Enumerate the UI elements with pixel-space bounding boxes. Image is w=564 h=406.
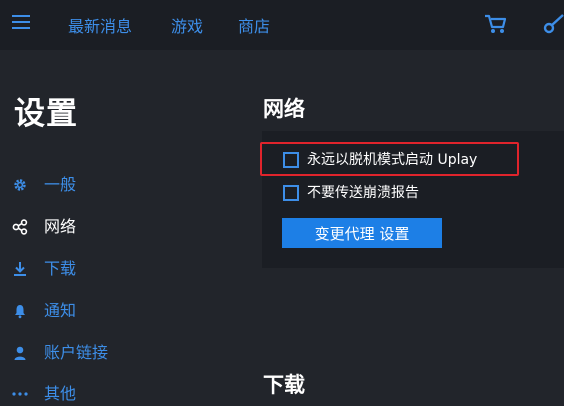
sidebar-item-label: 网络 — [44, 217, 77, 236]
sidebar-item-account-links[interactable]: 账户链接 — [12, 341, 212, 365]
download-section-title: 下载 — [263, 373, 305, 397]
sidebar-item-label: 下载 — [44, 259, 77, 278]
top-bar: 最新消息 游戏 商店 — [0, 0, 564, 50]
sidebar-item-general[interactable]: 一般 — [12, 173, 212, 197]
sidebar-item-label: 一般 — [44, 175, 77, 194]
sidebar-item-other[interactable]: 其他 — [12, 382, 212, 406]
link-icon[interactable] — [543, 12, 564, 36]
cart-icon[interactable] — [484, 13, 508, 35]
crash-report-label: 不要传送崩溃报告 — [307, 185, 419, 201]
sidebar-item-label: 通知 — [44, 301, 77, 320]
gear-icon — [14, 179, 26, 191]
sidebar-item-download[interactable]: 下载 — [12, 257, 212, 281]
sidebar-item-notifications[interactable]: 通知 — [12, 299, 212, 323]
user-icon — [14, 346, 26, 360]
change-proxy-button[interactable]: 变更代理 设置 — [282, 218, 442, 248]
network-icon — [12, 219, 28, 235]
nav-games[interactable]: 游戏 — [171, 13, 203, 37]
bell-icon — [15, 305, 25, 319]
sidebar-item-label: 账户链接 — [44, 343, 109, 362]
menu-icon[interactable] — [12, 15, 30, 31]
more-icon — [12, 392, 28, 396]
download-icon — [14, 262, 26, 276]
page-title: 设置 — [14, 96, 78, 132]
crash-report-checkbox[interactable] — [283, 185, 299, 201]
network-section-title: 网络 — [263, 97, 305, 121]
sidebar-item-label: 其他 — [44, 384, 77, 403]
nav-news[interactable]: 最新消息 — [68, 13, 132, 37]
nav-shop[interactable]: 商店 — [238, 13, 270, 37]
highlight-box — [260, 142, 519, 176]
sidebar-item-network[interactable]: 网络 — [12, 215, 212, 239]
